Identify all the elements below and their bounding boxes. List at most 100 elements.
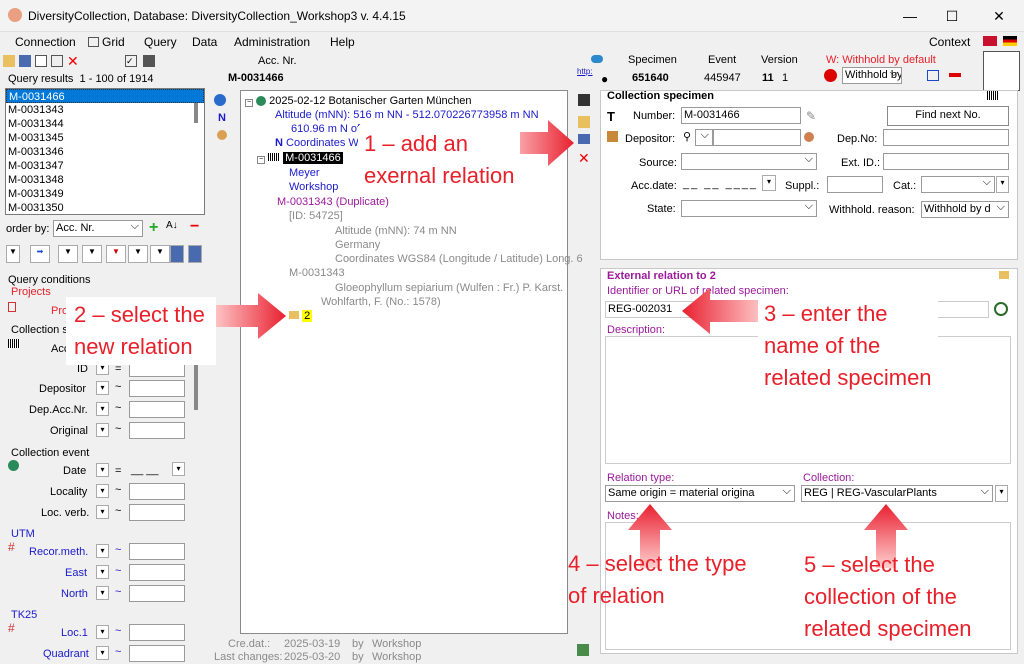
operator-dropdown[interactable]: ▾ [96,463,109,477]
find-next-button[interactable]: Find next No. [887,106,1009,126]
operator-dropdown[interactable]: ▾ [96,505,109,519]
copy-icon[interactable] [51,55,63,67]
tree-node-wohlfarth[interactable]: Wohlfarth, F. (No.: 1578) [321,296,441,308]
operator-dropdown[interactable]: ▾ [96,544,109,558]
date-input[interactable]: __ __ [131,464,159,476]
operator-dropdown[interactable]: ▾ [96,402,109,416]
original-input[interactable] [129,422,185,439]
tree-node-coordinates[interactable]: N Coordinates W [275,137,359,149]
add-icon[interactable]: + [149,220,158,236]
list-item[interactable]: M-0031343 [6,103,204,117]
color-menu-icon[interactable] [949,73,961,77]
arrow-icon[interactable]: ➡ [30,245,50,263]
checkbox-icon[interactable]: ✓ [125,55,137,67]
flag-uk-icon[interactable] [983,36,997,46]
globe-menu-icon[interactable] [214,94,226,106]
operator-dropdown[interactable]: ▾ [96,423,109,437]
filter-icon[interactable]: ▼ [58,245,78,263]
loc-verb-input[interactable] [129,504,185,521]
menu-connection[interactable]: Connection [15,35,76,49]
filter-clear-icon[interactable]: ▼ [128,245,148,263]
locality-input[interactable] [129,483,185,500]
query-icon[interactable]: ▼ [150,245,170,263]
flag-de-icon[interactable] [1003,36,1017,46]
acc-date-dropdown[interactable]: ▾ [762,175,776,191]
view-panel-icons[interactable] [983,51,1020,91]
relation-icon[interactable] [578,134,590,144]
delete-icon[interactable]: ✕ [67,54,79,68]
list-item[interactable]: M-0031348 [6,173,204,187]
list-item[interactable]: M-0031466 [6,89,204,103]
collection-select[interactable]: REG | REG-VascularPlants [801,485,993,502]
tree-node-dup-coords[interactable]: Coordinates WGS84 (Longitude / Latitude)… [335,253,583,265]
state-select[interactable] [681,200,817,217]
dropdown-button[interactable]: ▼ [6,245,20,263]
tree-node-altitude-2[interactable]: 610.96 m N of [291,123,360,135]
acc-date-input[interactable]: __ __ ____ [683,178,758,190]
filter-remove-icon[interactable]: ▼ [106,245,126,263]
add-relation-icon[interactable] [578,116,590,128]
ext-id-input[interactable] [883,153,1009,170]
pin-icon[interactable]: ⚲ [683,130,691,143]
new-icon[interactable] [3,55,15,67]
image-icon[interactable] [927,70,939,81]
north-icon[interactable]: N [218,112,226,124]
operator-dropdown[interactable]: ▾ [96,381,109,395]
tree-node-dup-altitude[interactable]: Altitude (mNN): 74 m NN [335,225,457,237]
search-icon[interactable] [994,302,1008,316]
remove-icon[interactable]: − [190,219,199,235]
eye-icon[interactable]: ● [601,72,608,86]
tree-node-workshop[interactable]: Workshop [289,181,338,193]
tree-node-specimen[interactable]: − M-0031466 [257,152,343,164]
operator-dropdown[interactable]: ▾ [96,565,109,579]
north-input[interactable] [129,585,185,602]
document-icon[interactable] [35,55,47,67]
tree-node-meyer[interactable]: Meyer [289,167,320,179]
menu-query[interactable]: Query [144,35,177,49]
delete-icon[interactable]: ✕ [578,150,590,167]
depositor-dropdown[interactable] [695,129,713,146]
relation-type-select[interactable]: Same origin = material origina [605,485,795,502]
maximize-button[interactable]: ☐ [937,6,967,26]
east-input[interactable] [129,564,185,581]
dep-acc-nr-input[interactable] [129,401,185,418]
operator-dropdown[interactable]: ▾ [96,586,109,600]
tree-node-dup-specimen[interactable]: M-0031343 [289,267,345,279]
operator-dropdown[interactable]: ▾ [96,484,109,498]
recor-meth-input[interactable] [129,543,185,560]
list-view-2-icon[interactable] [188,245,202,263]
list-item[interactable]: M-0031345 [6,131,204,145]
operator-dropdown[interactable]: ▾ [96,625,109,639]
menu-help[interactable]: Help [330,35,355,49]
suppl-input[interactable] [827,176,883,193]
http-link[interactable]: http: [577,67,593,76]
filter-add-icon[interactable]: ▼ [82,245,102,263]
order-by-select[interactable]: Acc. Nr. [53,220,143,237]
close-button[interactable]: ✕ [984,6,1014,26]
pencil-icon[interactable]: ✎ [806,109,816,123]
depositor-link-icon[interactable] [804,132,814,142]
tree-node-altitude[interactable]: Altitude (mNN): 516 m NN - 512.070226773… [275,109,539,121]
loc1-input[interactable] [129,624,185,641]
depositor-input[interactable] [129,380,185,397]
collection-dropdown-button[interactable]: ▾ [995,485,1008,502]
list-item[interactable]: M-0031344 [6,117,204,131]
sort-icon[interactable]: A↓ [166,220,178,231]
operator-dropdown[interactable]: ▾ [96,646,109,660]
cloud-icon[interactable] [591,55,603,63]
save-icon[interactable] [19,55,31,67]
tree-node-id[interactable]: [ID: 54725] [289,210,343,222]
withhold-reason-select[interactable]: Withhold by d [921,201,1009,218]
list-item[interactable]: M-0031350 [6,201,204,215]
bottom-action-icon[interactable] [577,644,589,656]
source-select[interactable] [681,153,817,170]
quadrant-input[interactable] [129,645,185,662]
cat-select[interactable] [921,176,995,193]
menu-grid[interactable]: Grid [102,35,125,49]
date-dropdown[interactable]: ▾ [172,462,185,476]
tree-node-event[interactable]: − 2025-02-12 Botanischer Garten München [245,95,472,107]
save-icon[interactable] [578,94,590,106]
number-input[interactable]: M-0031466 [681,107,801,124]
tree-node-new-relation[interactable]: 2 [289,310,313,322]
tree-node-dup-taxon[interactable]: Gloeophyllum sepiarium (Wulfen : Fr.) P.… [335,282,563,294]
